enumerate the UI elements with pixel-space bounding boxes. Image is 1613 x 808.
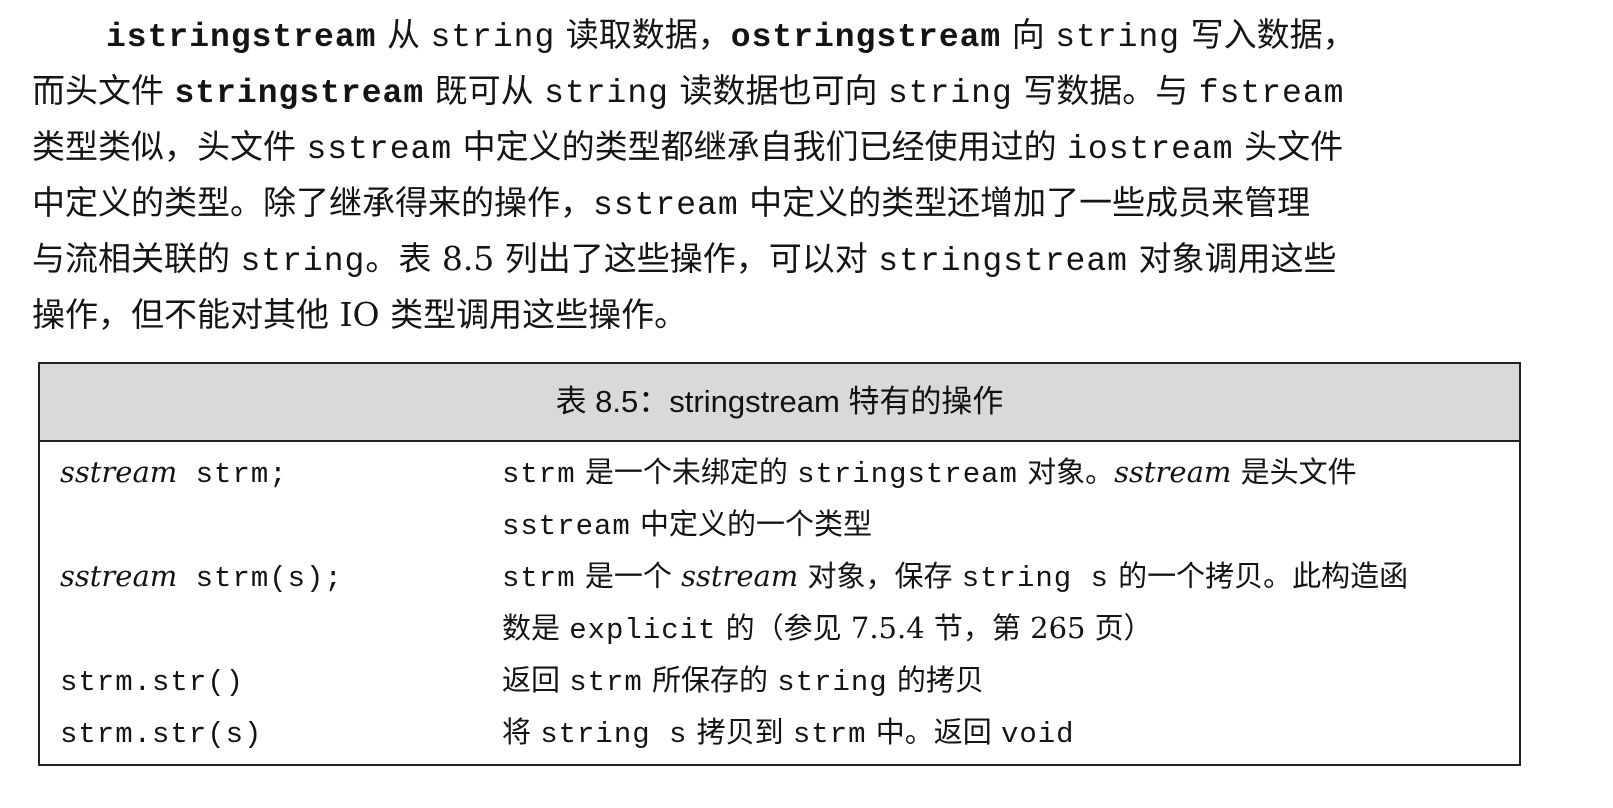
code-cell: sstream strm(s);	[40, 550, 502, 654]
code-term: stringstream	[878, 243, 1128, 280]
text-span: 与流相关联的	[32, 239, 230, 278]
text-span: 的（参见 7.5.4 节，第 265 页）	[716, 611, 1153, 645]
text-span: 对象。	[1017, 455, 1115, 489]
text-span: 是一个	[575, 559, 682, 593]
text-span: 将	[502, 715, 541, 749]
code-term: void	[1000, 718, 1075, 751]
text-span: 中定义的类型还增加了一些成员来管理	[749, 183, 1311, 222]
description-cell: 返回 strm 所保存的 string 的拷贝	[502, 654, 1502, 706]
text-span: 的拷贝	[887, 663, 984, 697]
type-name: sstream	[681, 559, 799, 593]
code-term: string s	[540, 718, 688, 751]
code-term: string	[777, 666, 888, 699]
description-cell: strm 是一个未绑定的 stringstream 对象。sstream 是头文…	[502, 446, 1502, 550]
text-span: 头文件	[1244, 127, 1344, 166]
operations-table: 表 8.5：stringstream 特有的操作 sstream strm; s…	[38, 362, 1521, 766]
code-term: fstream	[1198, 75, 1345, 112]
text-span: 对象调用这些	[1138, 239, 1337, 278]
code-term: strm	[569, 666, 643, 699]
table-row: sstream strm(s); strm 是一个 sstream 对象，保存 …	[40, 550, 1519, 654]
code-cell: strm.str(s)	[40, 706, 502, 758]
text-span: 类型类似，头文件	[32, 127, 296, 166]
text-span: 是一个未绑定的	[575, 455, 798, 489]
text-span: 既可从	[434, 71, 534, 110]
table-row: strm.str() 返回 strm 所保存的 string 的拷贝	[40, 654, 1519, 706]
text-span: 对象，保存	[798, 559, 962, 593]
intro-paragraph: istringstream 从 string 读取数据，ostringstrea…	[32, 7, 1532, 343]
description-cell: 将 string s 拷贝到 strm 中。返回 void	[502, 706, 1502, 758]
text-span: 。表 8.5 列出了这些操作，可以对	[365, 239, 868, 278]
text-span: 拷贝到	[687, 715, 793, 749]
code-cell: strm.str()	[40, 654, 502, 706]
text-span: 返回	[502, 663, 570, 697]
text-span: 读数据也可向	[679, 71, 878, 110]
text-span: 从	[386, 15, 420, 54]
text-span: 向	[1011, 15, 1045, 54]
type-name: sstream	[60, 455, 178, 489]
type-name: sstream	[1114, 455, 1232, 489]
code-term: strm	[502, 562, 576, 595]
code-term: stringstream	[174, 75, 425, 112]
code-text: strm.str(s)	[60, 718, 263, 751]
text-span: 而头文件	[32, 71, 164, 110]
code-term: explicit	[569, 614, 717, 647]
paragraph-line-5: 与流相关联的 string。表 8.5 列出了这些操作，可以对 stringst…	[32, 231, 1532, 287]
table-row: sstream strm; strm 是一个未绑定的 stringstream …	[40, 446, 1519, 550]
code-term: sstream	[306, 131, 453, 168]
text-span: 数是	[502, 611, 570, 645]
code-term: istringstream	[106, 19, 377, 56]
text-span: 中定义的一个类型	[630, 507, 873, 541]
paragraph-line-3: 类型类似，头文件 sstream 中定义的类型都继承自我们已经使用过的 iost…	[32, 119, 1532, 175]
text-span: 中定义的类型。除了继承得来的操作，	[32, 183, 593, 222]
code-term: string	[544, 75, 669, 112]
code-text: strm;	[177, 458, 288, 491]
code-term: ostringstream	[730, 19, 1002, 56]
code-term: iostream	[1067, 131, 1234, 168]
code-term: sstream	[502, 510, 631, 543]
text-span: 写数据。与	[1023, 71, 1189, 110]
text-span: 是头文件	[1231, 455, 1357, 489]
table-caption: 表 8.5：stringstream 特有的操作	[40, 364, 1519, 442]
paragraph-line-2: 而头文件 stringstream 既可从 string 读数据也可向 stri…	[32, 63, 1532, 119]
table-row: strm.str(s) 将 string s 拷贝到 strm 中。返回 voi…	[40, 706, 1519, 758]
code-term: strm	[792, 718, 867, 751]
code-cell: sstream strm;	[40, 446, 502, 550]
text-span: 读取数据，	[565, 15, 731, 54]
text-span: 中。返回	[866, 715, 1001, 749]
text-span: 所保存的	[642, 663, 778, 697]
code-term: sstream	[593, 187, 739, 224]
code-term: string s	[961, 562, 1109, 595]
paragraph-line-1: istringstream 从 string 读取数据，ostringstrea…	[32, 7, 1532, 63]
text-span: 中定义的类型都继承自我们已经使用过的	[462, 127, 1057, 166]
paragraph-line-4: 中定义的类型。除了继承得来的操作，sstream 中定义的类型还增加了一些成员来…	[32, 175, 1532, 231]
text-span: 写入数据，	[1190, 15, 1356, 54]
code-term: string	[430, 19, 556, 56]
code-text: strm.str()	[60, 666, 245, 699]
text-span: 的一个拷贝。此构造函	[1108, 559, 1409, 593]
code-term: string	[240, 243, 366, 280]
code-term: stringstream	[797, 458, 1018, 491]
type-name: sstream	[60, 559, 178, 593]
code-term: string	[887, 75, 1013, 112]
code-text: strm(s);	[177, 562, 343, 595]
code-term: strm	[502, 458, 576, 491]
code-term: string	[1055, 19, 1181, 56]
description-cell: strm 是一个 sstream 对象，保存 string s 的一个拷贝。此构…	[502, 550, 1502, 654]
text-span: 操作，但不能对其他 IO 类型调用这些操作。	[32, 295, 688, 334]
paragraph-line-6: 操作，但不能对其他 IO 类型调用这些操作。	[32, 287, 1532, 343]
